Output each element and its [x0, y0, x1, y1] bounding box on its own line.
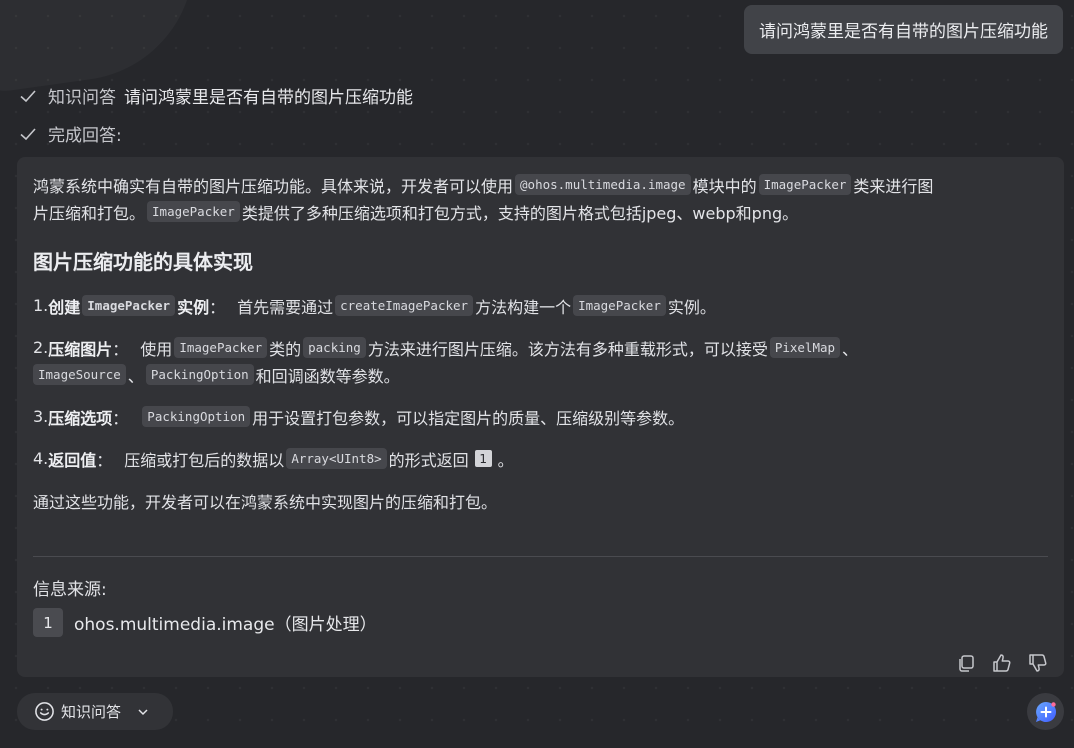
- chat-page: 请问鸿蒙里是否有自带的图片压缩功能 知识问答 请问鸿蒙里是否有自带的图片压缩功能…: [0, 0, 1074, 748]
- item-number: 2.: [33, 338, 49, 357]
- item-text: 类的: [269, 339, 302, 359]
- item-text: 使用: [140, 339, 173, 359]
- new-chat-icon: [1035, 701, 1056, 722]
- conclusion-text: 通过这些功能，开发者可以在鸿蒙系统中实现图片的压缩和打包。: [33, 493, 498, 512]
- step-label: 完成回答:: [48, 126, 122, 146]
- item-bold: 创建: [48, 297, 81, 317]
- list-item: 4. 返回值 ： 压缩或打包后的数据以 Array<UInt8> 的形式返回 1…: [33, 445, 1048, 472]
- mode-selector[interactable]: 知识问答: [17, 693, 173, 730]
- inline-code: createImagePacker: [335, 295, 474, 316]
- chat-bubble-icon: [35, 702, 54, 721]
- item-bold: 压缩选项: [48, 408, 113, 428]
- check-icon: [20, 127, 36, 140]
- inline-code: PackingOption: [142, 406, 251, 427]
- inline-code: ImagePacker: [82, 295, 176, 316]
- user-message-text: 请问鸿蒙里是否有自带的图片压缩功能: [759, 22, 1048, 42]
- user-message-bubble: 请问鸿蒙里是否有自带的图片压缩功能: [744, 5, 1063, 54]
- step-query: 请问鸿蒙里是否有自带的图片压缩功能: [124, 88, 413, 108]
- item-text: 实例。: [667, 297, 716, 317]
- item-number: 1.: [33, 296, 49, 315]
- intro-text: 模块中的: [692, 176, 757, 196]
- inline-code: packing: [303, 337, 366, 358]
- source-item[interactable]: 1 ohos.multimedia.image（图片处理）: [33, 608, 377, 637]
- sources-title: 信息来源:: [33, 580, 107, 600]
- inline-code: @ohos.multimedia.image: [515, 174, 691, 195]
- answer-heading: 图片压缩功能的具体实现: [33, 250, 253, 274]
- list-item: 1. 创建 ImagePacker 实例 ： 首先需要通过 createImag…: [33, 292, 1048, 319]
- inline-code: PixelMap: [769, 337, 841, 358]
- thumbs-up-icon[interactable]: [992, 653, 1012, 673]
- inline-code: ImagePacker: [758, 174, 852, 195]
- mode-label: 知识问答: [61, 703, 122, 721]
- item-text: 压缩或打包后的数据以: [124, 450, 285, 470]
- intro-line-1: 鸿蒙系统中确实有自带的图片压缩功能。具体来说，开发者可以使用 @ohos.mul…: [33, 171, 1048, 198]
- item-bold: 返回值: [48, 450, 97, 470]
- item-sep: ：: [112, 408, 129, 428]
- item-sep: ：: [96, 450, 113, 470]
- item-text: 。: [497, 450, 514, 470]
- answer-card: 鸿蒙系统中确实有自带的图片压缩功能。具体来说，开发者可以使用 @ohos.mul…: [17, 157, 1064, 677]
- inline-code: ImagePacker: [573, 295, 666, 316]
- source-link[interactable]: ohos.multimedia.image（图片处理）: [74, 610, 377, 635]
- item-number: 4.: [33, 449, 49, 468]
- list-item: 3. 压缩选项 ： PackingOption 用于设置打包参数，可以指定图片的…: [33, 403, 1048, 430]
- source-number: 1: [33, 608, 63, 637]
- inline-code: ImagePacker: [174, 337, 268, 358]
- inline-code: ImagePacker: [147, 201, 240, 222]
- intro-text: 类来进行图: [853, 176, 934, 196]
- step-complete-answer[interactable]: 完成回答:: [18, 121, 130, 146]
- inline-code: ImageSource: [33, 364, 126, 385]
- decorative-corner-shape: [0, 0, 209, 96]
- item-text: 方法构建一个: [475, 297, 572, 317]
- answer-actions: [956, 653, 1048, 673]
- inline-code: PackingOption: [145, 364, 254, 385]
- new-chat-button[interactable]: [1027, 693, 1064, 730]
- item-bold: 实例: [177, 297, 210, 317]
- item-text: 、: [842, 339, 859, 359]
- item-sep: ：: [209, 297, 226, 317]
- intro-text: 类提供了多种压缩选项和打包方式，支持的图片格式包括jpeg、webp和png。: [241, 203, 799, 223]
- inline-code: Array<UInt8>: [286, 448, 387, 469]
- step-knowledge-qa[interactable]: 知识问答 请问鸿蒙里是否有自带的图片压缩功能: [18, 83, 413, 108]
- item-text: 、: [127, 366, 144, 386]
- intro-text: 片压缩和打包。: [33, 203, 146, 223]
- item-text: 用于设置打包参数，可以指定图片的质量、压缩级别等参数。: [252, 408, 685, 428]
- item-text: 和回调函数等参数。: [255, 366, 400, 386]
- check-icon: [20, 89, 36, 102]
- item-text: 的形式返回: [388, 450, 469, 470]
- step-label: 知识问答: [48, 88, 116, 108]
- intro-text: 鸿蒙系统中确实有自带的图片压缩功能。具体来说，开发者可以使用: [33, 176, 514, 196]
- item-number: 3.: [33, 407, 49, 426]
- reference-badge[interactable]: 1: [474, 450, 492, 467]
- thumbs-down-icon[interactable]: [1028, 653, 1048, 673]
- item-sep: ：: [112, 339, 129, 359]
- chevron-down-icon: [138, 708, 148, 715]
- intro-line-2: 片压缩和打包。 ImagePacker 类提供了多种压缩选项和打包方式，支持的图…: [33, 198, 1048, 225]
- divider: [33, 556, 1048, 557]
- item-bold: 压缩图片: [48, 339, 113, 359]
- copy-icon[interactable]: [956, 653, 976, 673]
- list-item: 2. 压缩图片 ： 使用 ImagePacker 类的 packing 方法来进…: [33, 334, 1048, 388]
- item-text: 方法来进行图片压缩。该方法有多种重载形式，可以接受: [367, 339, 768, 359]
- item-text: 首先需要通过: [237, 297, 334, 317]
